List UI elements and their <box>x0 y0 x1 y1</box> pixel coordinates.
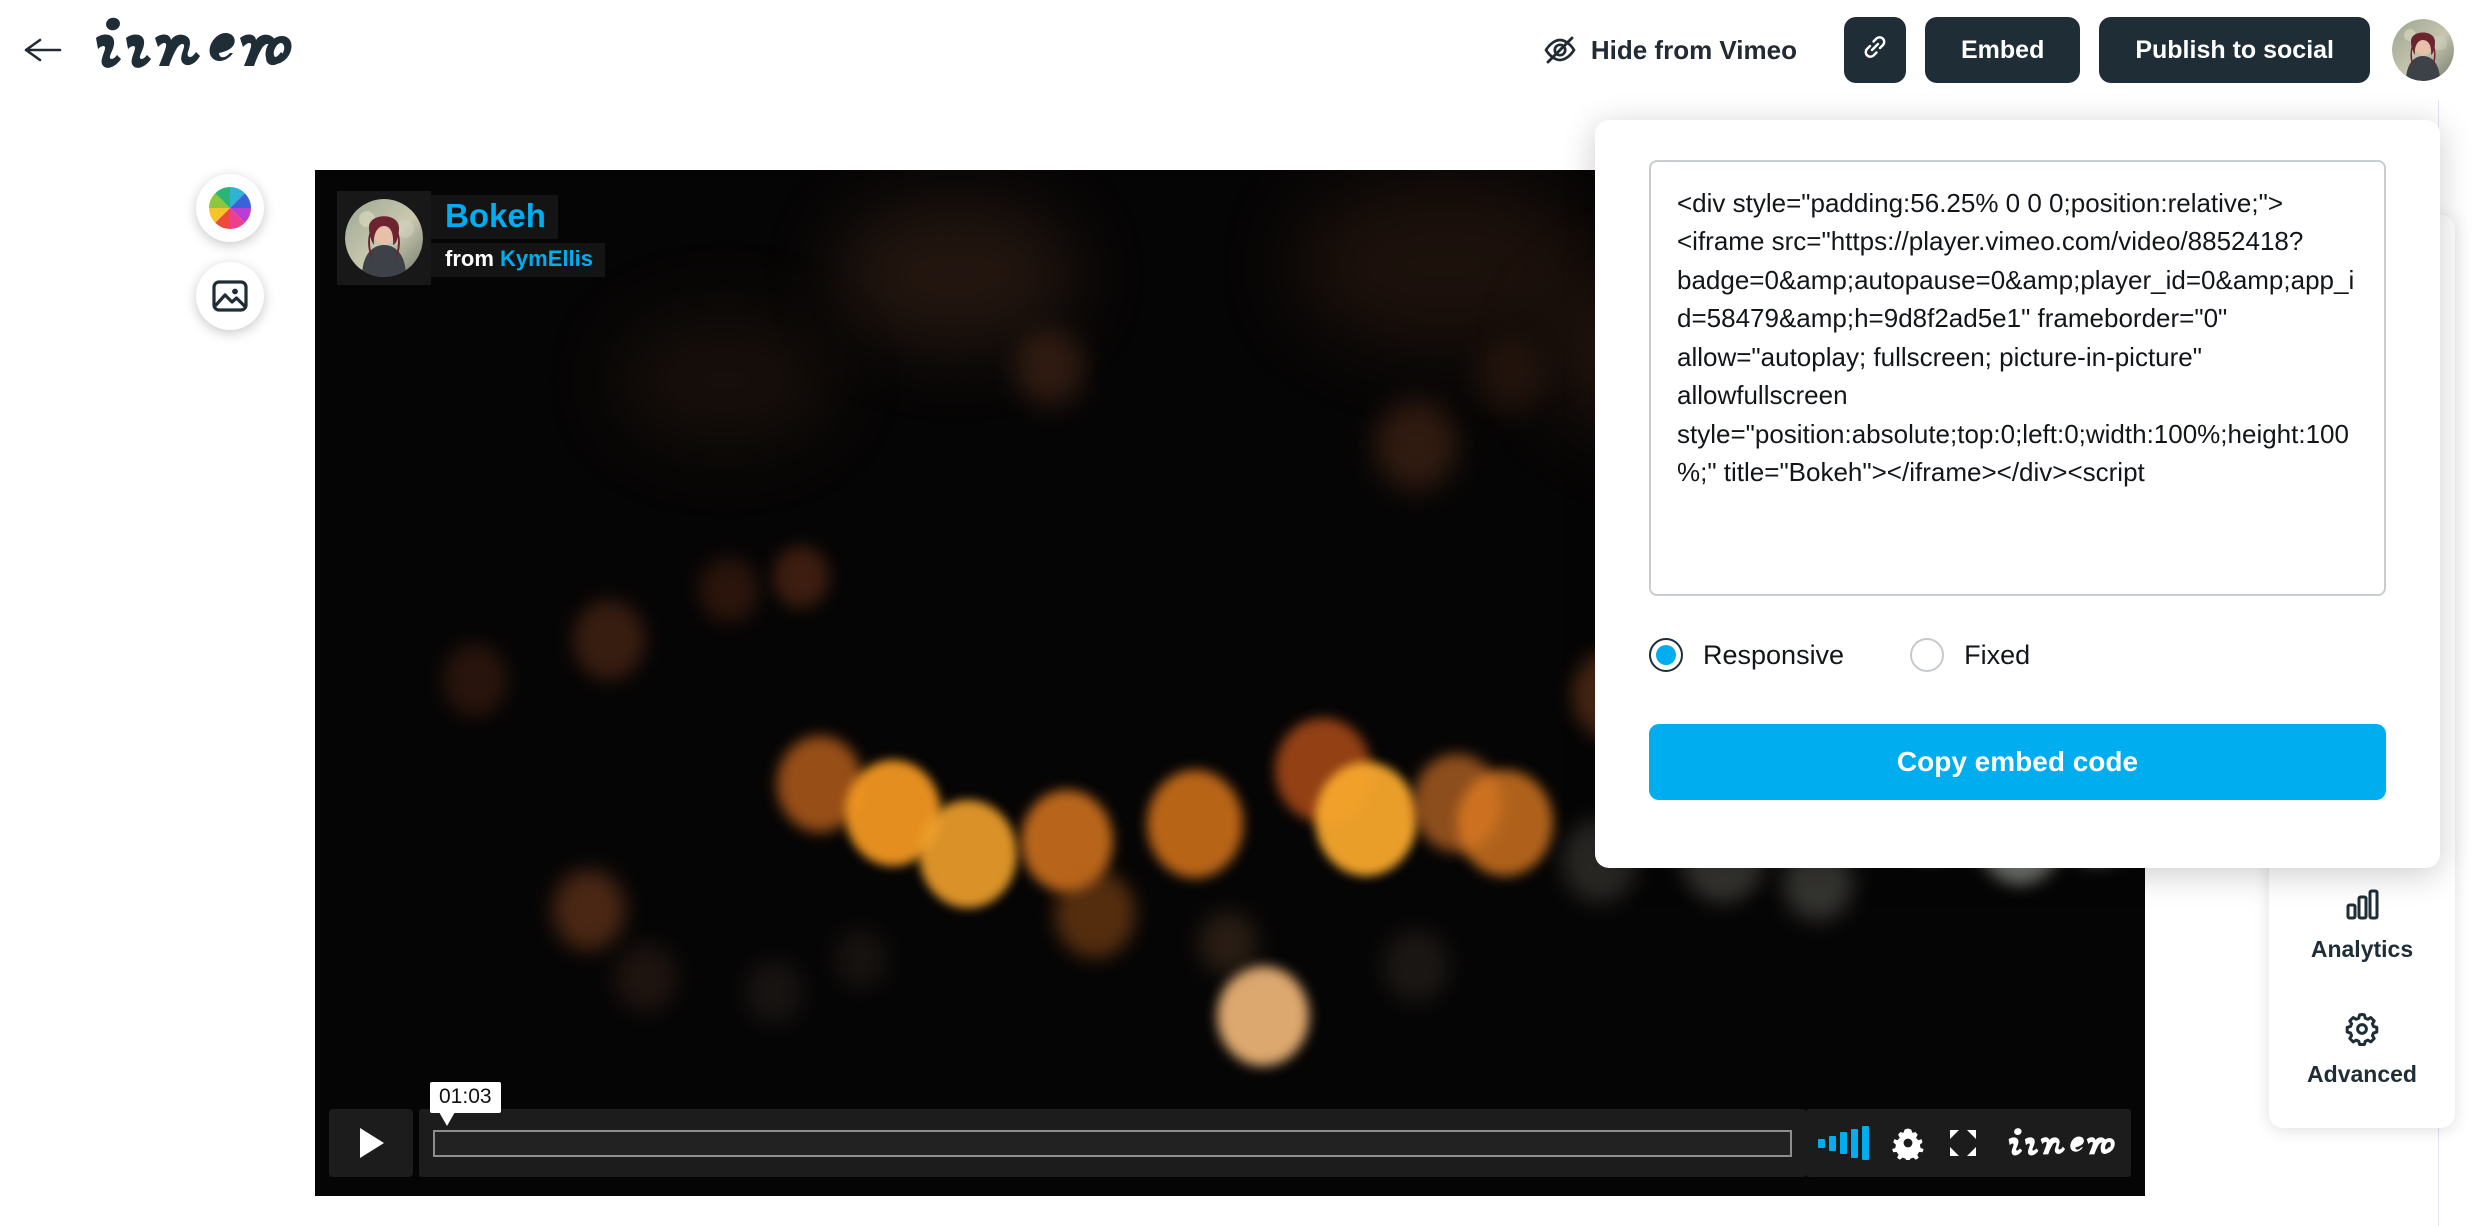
player-vimeo-logo[interactable] <box>2001 1125 2115 1161</box>
eye-off-icon <box>1543 35 1577 65</box>
header-actions: Hide from Vimeo Embed Publish to social <box>1543 8 2454 92</box>
vimeo-logo[interactable] <box>82 12 292 78</box>
back-button[interactable] <box>18 28 66 72</box>
thumbnail-image-icon <box>210 276 250 316</box>
left-tool-column <box>196 174 264 330</box>
radio-fixed-label: Fixed <box>1964 639 2031 670</box>
radio-fixed-indicator <box>1910 638 1945 672</box>
progress-track[interactable]: 01:03 <box>430 1081 1792 1157</box>
sidebar-item-analytics-label: Analytics <box>2310 936 2414 962</box>
color-wheel-icon <box>208 186 252 230</box>
vimeo-video-settings-page: Hide from Vimeo Embed Publish to social <box>0 0 2474 1226</box>
embed-code-panel: <div style="padding:56.25% 0 0 0;positio… <box>1595 120 2440 868</box>
sidebar-item-advanced[interactable]: Advanced <box>2269 1009 2455 1088</box>
chart-icon <box>2344 884 2380 924</box>
video-title[interactable]: Bokeh <box>431 195 558 239</box>
video-author-line: from KymEllis <box>431 242 605 277</box>
copy-link-button[interactable] <box>1843 17 1906 83</box>
embed-button-label: Embed <box>1960 35 2045 64</box>
publish-button-label: Publish to social <box>2135 35 2334 64</box>
color-tool-button[interactable] <box>196 174 264 242</box>
radio-option-fixed[interactable]: Fixed <box>1910 638 2030 672</box>
video-author-link[interactable]: KymEllis <box>500 246 593 271</box>
player-controls: 01:03 <box>315 1081 2145 1196</box>
player-right-controls <box>1806 1109 2131 1177</box>
thumbnail-tool-button[interactable] <box>196 262 264 330</box>
hide-from-vimeo-label: Hide from Vimeo <box>1590 34 1797 65</box>
link-icon <box>1860 32 1890 69</box>
volume-bars-icon[interactable] <box>1818 1126 1869 1160</box>
sidebar-item-analytics[interactable]: Analytics <box>2269 884 2455 963</box>
settings-gear-icon[interactable] <box>1891 1126 1925 1160</box>
radio-responsive-indicator <box>1649 638 1683 672</box>
progress-bar-wrapper[interactable]: 01:03 <box>419 1081 1806 1177</box>
top-header-bar: Hide from Vimeo Embed Publish to social <box>0 0 2474 100</box>
embed-button[interactable]: Embed <box>1924 17 2081 83</box>
time-tooltip: 01:03 <box>430 1081 501 1126</box>
publish-to-social-button[interactable]: Publish to social <box>2099 17 2370 83</box>
video-title-overlay: Bokeh from KymEllis <box>337 191 605 285</box>
author-avatar[interactable] <box>337 191 431 285</box>
radio-responsive-label: Responsive <box>1703 639 1845 670</box>
video-title-texts: Bokeh from KymEllis <box>431 191 605 277</box>
gear-icon <box>2342 1009 2382 1049</box>
play-icon <box>354 1125 388 1161</box>
arrow-left-icon <box>22 35 62 65</box>
avatar[interactable] <box>2392 19 2454 81</box>
radio-option-responsive[interactable]: Responsive <box>1649 638 1844 672</box>
hide-from-vimeo-toggle[interactable]: Hide from Vimeo <box>1543 35 1797 66</box>
copy-embed-code-button[interactable]: Copy embed code <box>1649 724 2386 800</box>
embed-size-options: Responsive Fixed <box>1649 638 2386 672</box>
embed-code-textarea[interactable]: <div style="padding:56.25% 0 0 0;positio… <box>1649 160 2386 596</box>
sidebar-item-advanced-label: Advanced <box>2307 1061 2417 1087</box>
play-button[interactable] <box>329 1109 413 1177</box>
fullscreen-icon[interactable] <box>1947 1127 1979 1159</box>
from-prefix: from <box>445 245 494 271</box>
